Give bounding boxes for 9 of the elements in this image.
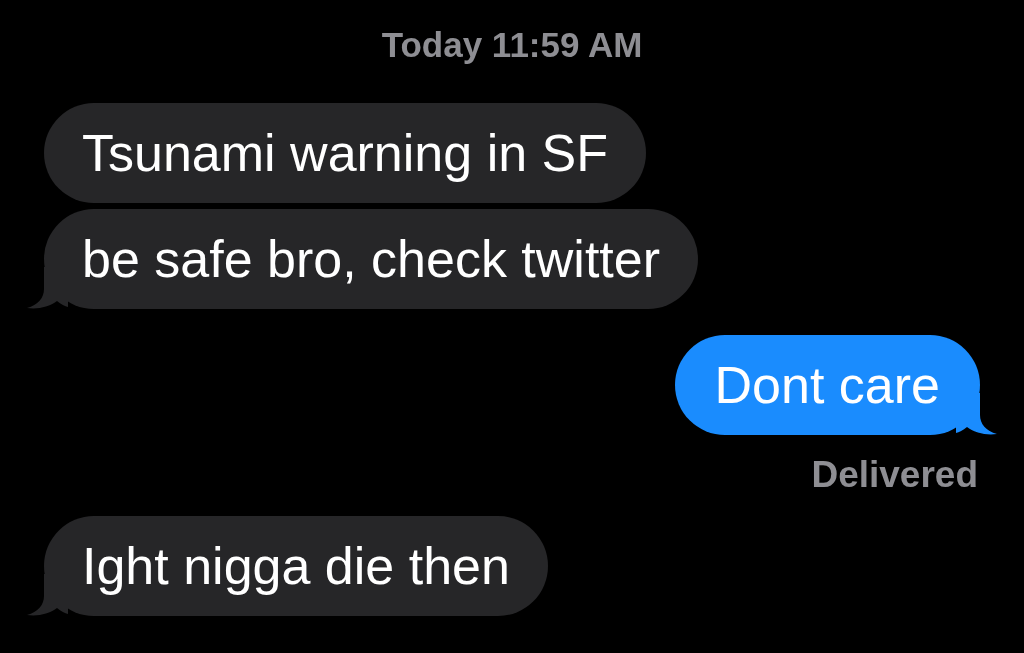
bubble-tail-icon xyxy=(26,574,68,616)
message-bubble: be safe bro, check twitter xyxy=(44,209,699,309)
message-bubble: Tsunami warning in SF xyxy=(44,103,646,203)
delivery-status: Delivered xyxy=(811,453,978,497)
message-bubble: Dont care xyxy=(674,335,980,435)
bubble-tail-icon xyxy=(26,267,68,309)
bubble-tail-icon xyxy=(956,393,998,435)
message-bubble: Ight nigga die then xyxy=(44,516,548,616)
timestamp: Today 11:59 AM xyxy=(381,25,643,65)
